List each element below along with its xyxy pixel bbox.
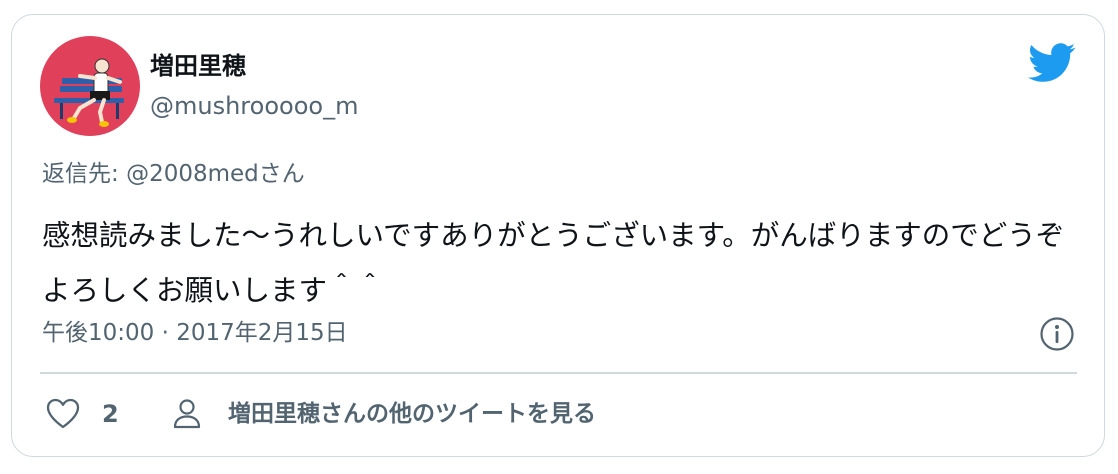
heart-icon[interactable] bbox=[46, 398, 80, 430]
avatar-illustration bbox=[40, 36, 140, 136]
info-icon[interactable] bbox=[1039, 316, 1075, 352]
reply-context: 返信先: @2008medさん bbox=[42, 159, 305, 189]
tweet-text: 感想読みました〜うれしいですありがとうございます。がんばりますのでどうぞよろしく… bbox=[42, 219, 1065, 307]
reply-handle-link[interactable]: @2008med bbox=[126, 161, 259, 187]
person-icon[interactable] bbox=[172, 398, 202, 430]
author-handle[interactable]: @mushrooooo_m bbox=[150, 91, 358, 121]
twitter-bird-icon[interactable] bbox=[1028, 43, 1076, 83]
divider bbox=[40, 372, 1077, 374]
author-display-name[interactable]: 増田里穂 bbox=[150, 51, 246, 81]
reply-prefix: 返信先: bbox=[42, 161, 127, 187]
avatar[interactable] bbox=[40, 36, 140, 136]
reply-suffix: さん bbox=[258, 161, 305, 187]
more-tweets-link[interactable]: 増田里穂さんの他のツイートを見る bbox=[228, 399, 596, 429]
tweet-timestamp[interactable]: 午後10:00 · 2017年2月15日 bbox=[42, 318, 348, 348]
like-count: 2 bbox=[102, 400, 119, 428]
tweet-card[interactable]: 増田里穂 @mushrooooo_m 返信先: @2008medさん 感想読みま… bbox=[11, 14, 1105, 457]
